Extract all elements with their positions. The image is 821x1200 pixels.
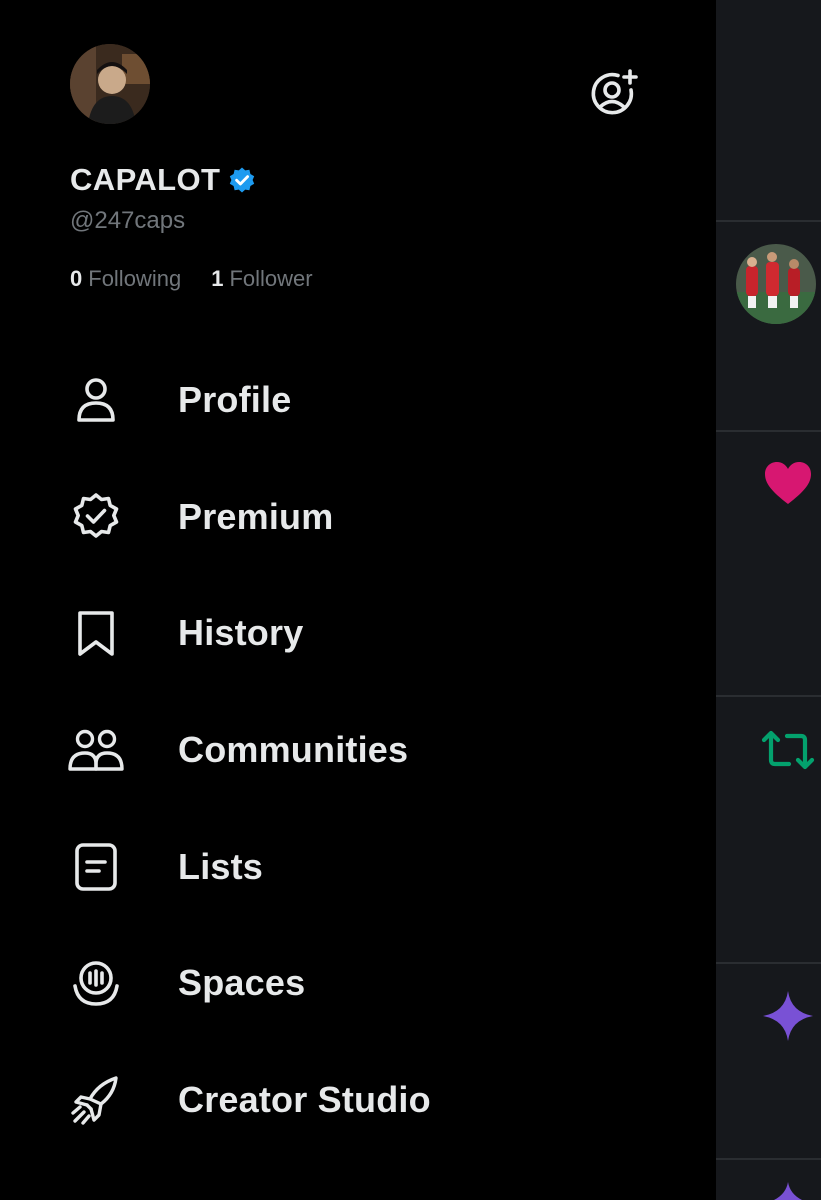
timeline-divider [716, 430, 821, 432]
timeline-divider [716, 962, 821, 964]
menu-label-creator-studio: Creator Studio [178, 1078, 431, 1120]
add-account-icon[interactable] [588, 68, 640, 120]
rocket-icon [66, 1070, 126, 1130]
menu-item-premium[interactable]: Premium [0, 459, 716, 576]
following-link[interactable]: 0 Following [70, 266, 181, 292]
followers-label: Follower [229, 266, 313, 291]
follow-stats: 0 Following 1 Follower [70, 266, 313, 292]
retweet-icon[interactable] [760, 728, 816, 772]
app-screen: CAPALOT @247caps 0 Following 1 Follower [0, 0, 821, 1200]
sparkle-icon[interactable] [760, 988, 816, 1044]
timeline-background [716, 0, 821, 1200]
menu-item-creator-studio[interactable]: Creator Studio [0, 1042, 716, 1159]
menu-label-profile: Profile [178, 379, 292, 421]
followers-link[interactable]: 1 Follower [211, 266, 312, 292]
menu-item-spaces[interactable]: Spaces [0, 925, 716, 1042]
verified-badge-icon[interactable] [228, 166, 256, 194]
list-icon [66, 837, 126, 897]
followers-count: 1 [211, 266, 224, 291]
menu-label-lists: Lists [178, 845, 264, 887]
side-drawer: CAPALOT @247caps 0 Following 1 Follower [0, 0, 716, 1200]
verified-badge-icon [66, 487, 126, 547]
menu-label-communities: Communities [178, 729, 409, 771]
menu-label-history: History [178, 612, 304, 654]
microphone-icon [66, 953, 126, 1013]
people-icon [66, 720, 126, 780]
timeline-divider [716, 220, 821, 222]
menu-item-history[interactable]: History [0, 575, 716, 692]
profile-avatar[interactable] [70, 44, 150, 124]
menu-item-communities[interactable]: Communities [0, 692, 716, 809]
user-handle: @247caps [70, 207, 186, 234]
menu-label-spaces: Spaces [178, 962, 306, 1004]
heart-icon[interactable] [762, 458, 814, 510]
menu-item-profile[interactable]: Profile [0, 342, 716, 459]
menu-item-lists[interactable]: Lists [0, 808, 716, 925]
bookmark-icon [66, 603, 126, 663]
sparkle-icon[interactable] [772, 1180, 804, 1200]
post-avatar[interactable] [736, 244, 816, 324]
following-count: 0 [70, 266, 83, 291]
menu-label-premium: Premium [178, 495, 334, 537]
drawer-menu: Profile Premium History Communities List… [0, 342, 716, 1158]
following-label: Following [88, 266, 182, 291]
name-row: CAPALOT [70, 162, 256, 198]
timeline-divider [716, 1158, 821, 1160]
display-name[interactable]: CAPALOT [70, 162, 220, 198]
timeline-divider [716, 695, 821, 697]
person-icon [66, 370, 126, 430]
